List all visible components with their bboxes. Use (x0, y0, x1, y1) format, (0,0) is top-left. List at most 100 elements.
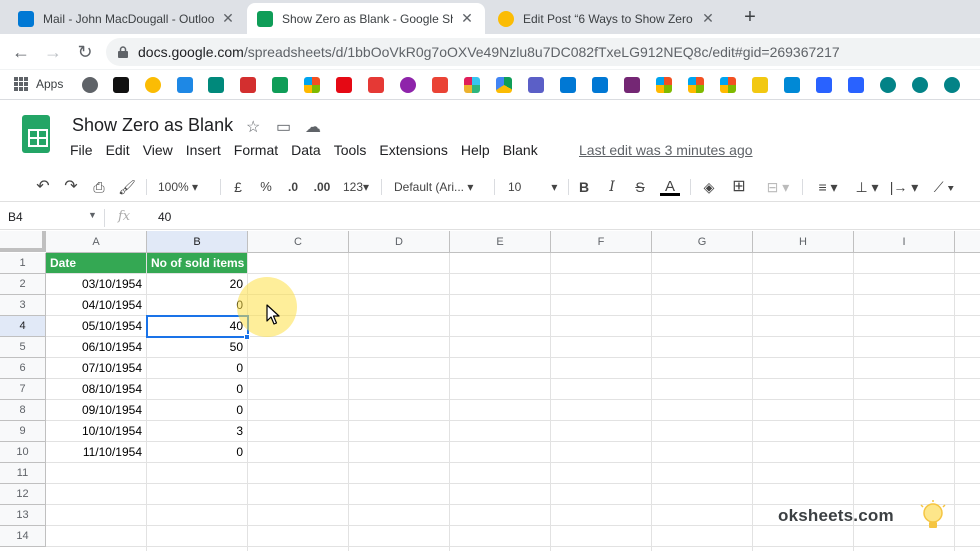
tab-edit-post[interactable]: Edit Post “6 Ways to Show Zero as Blank … (488, 3, 726, 34)
column-header-a[interactable]: A (46, 231, 147, 253)
row-header[interactable]: 12 (0, 484, 46, 505)
new-tab-button[interactable]: + (738, 6, 762, 30)
maple-leaf-icon[interactable] (240, 77, 256, 93)
formula-input[interactable]: 40 (158, 210, 171, 224)
cell-value[interactable]: 3 (147, 421, 248, 442)
row-header[interactable]: 8 (0, 400, 46, 421)
menu-tools[interactable]: Tools (334, 142, 367, 162)
menu-insert[interactable]: Insert (186, 142, 221, 162)
cell-date[interactable]: 05/10/1954 (46, 316, 147, 337)
row-header[interactable]: 2 (0, 274, 46, 295)
bookmark-icon[interactable] (82, 77, 98, 93)
increase-decimal-button[interactable]: .00 (311, 178, 333, 196)
cell-value[interactable]: 50 (147, 337, 248, 358)
close-tab-icon[interactable]: ✕ (220, 10, 236, 27)
chevron-down-icon[interactable]: ▼ (88, 210, 97, 220)
bold-button[interactable]: B (577, 178, 591, 196)
text-wrapping-icon[interactable]: |→ ▾ (888, 178, 920, 196)
bookmark-icon[interactable] (368, 77, 384, 93)
undo-icon[interactable]: ↶ (34, 178, 52, 196)
star-icon[interactable]: ☆ (246, 117, 260, 137)
row-header[interactable]: 10 (0, 442, 46, 463)
cell-empty[interactable] (147, 505, 248, 526)
sharepoint-icon[interactable] (944, 77, 960, 93)
column-header-j[interactable] (955, 231, 980, 253)
row-header[interactable]: 13 (0, 505, 46, 526)
gmail-icon[interactable] (432, 77, 448, 93)
power-bi-icon[interactable] (752, 77, 768, 93)
power-apps-icon[interactable] (624, 77, 640, 93)
borders-icon[interactable]: ⊞ (730, 178, 748, 196)
url-field[interactable]: docs.google.com/spreadsheets/d/1bbOoVkR0… (106, 38, 980, 66)
forward-button[interactable]: → (41, 41, 65, 63)
cell-empty[interactable] (147, 463, 248, 484)
menu-extensions[interactable]: Extensions (379, 142, 447, 162)
netflix-icon[interactable] (336, 77, 352, 93)
cell-value[interactable]: 0 (147, 400, 248, 421)
teams-icon[interactable] (528, 77, 544, 93)
microsoft-icon[interactable] (304, 77, 320, 93)
move-folder-icon[interactable]: ▭ (276, 117, 291, 137)
cell-empty[interactable] (46, 526, 147, 547)
row-header[interactable]: 9 (0, 421, 46, 442)
row-header[interactable]: 4 (0, 316, 46, 337)
tiktok-icon[interactable] (113, 77, 129, 93)
column-header-c[interactable]: C (248, 231, 349, 253)
cell-b1[interactable]: No of sold items (147, 253, 248, 274)
menu-edit[interactable]: Edit (106, 142, 130, 162)
menu-file[interactable]: File (70, 142, 93, 162)
lightbulb-icon[interactable] (145, 77, 161, 93)
menu-view[interactable]: View (143, 142, 173, 162)
strikethrough-button[interactable]: S (633, 178, 647, 196)
text-rotation-icon[interactable]: ⟋ ▾ (928, 178, 960, 196)
column-header-i[interactable]: I (854, 231, 955, 253)
microsoft-icon[interactable] (656, 77, 672, 93)
paint-format-icon[interactable]: 🖌 (118, 178, 136, 196)
tab-outlook-mail[interactable]: Mail - John MacDougall - Outlook ✕ (8, 3, 246, 34)
merge-cells-icon[interactable]: ⊟ ▾ (760, 178, 796, 196)
bookmark-icon[interactable] (208, 77, 224, 93)
row-header[interactable]: 7 (0, 379, 46, 400)
menu-data[interactable]: Data (291, 142, 321, 162)
column-header-d[interactable]: D (349, 231, 450, 253)
google-sheets-logo[interactable] (22, 115, 50, 153)
currency-format-button[interactable]: £ (230, 178, 246, 196)
cell-date[interactable]: 04/10/1954 (46, 295, 147, 316)
cell-date[interactable]: 09/10/1954 (46, 400, 147, 421)
back-button[interactable]: ← (9, 41, 33, 63)
font-size-select[interactable]: 10 ▾ (508, 178, 560, 196)
sharepoint-icon[interactable] (912, 77, 928, 93)
column-header-e[interactable]: E (450, 231, 551, 253)
google-sheets-icon[interactable] (272, 77, 288, 93)
row-header[interactable]: 6 (0, 358, 46, 379)
last-edit-link[interactable]: Last edit was 3 minutes ago (579, 142, 753, 158)
cell-empty[interactable] (46, 463, 147, 484)
print-icon[interactable]: ⎙ (90, 178, 108, 196)
cell-empty[interactable] (46, 505, 147, 526)
zoom-select[interactable]: 100% ▾ (158, 178, 212, 196)
cell-date[interactable]: 11/10/1954 (46, 442, 147, 463)
italic-button[interactable]: I (605, 178, 619, 196)
cell-empty[interactable] (46, 484, 147, 505)
row-header[interactable]: 3 (0, 295, 46, 316)
outlook-icon[interactable] (560, 77, 576, 93)
cell-empty[interactable] (147, 526, 248, 547)
cell-date[interactable]: 03/10/1954 (46, 274, 147, 295)
fill-color-icon[interactable]: ◈ (700, 178, 718, 196)
microsoft-icon[interactable] (688, 77, 704, 93)
column-header-f[interactable]: F (551, 231, 652, 253)
row-header[interactable]: 5 (0, 337, 46, 358)
google-drive-icon[interactable] (496, 77, 512, 93)
tab-google-sheets[interactable]: Show Zero as Blank - Google Sheets ✕ (247, 3, 485, 34)
name-box[interactable]: B4 (8, 210, 23, 224)
menu-help[interactable]: Help (461, 142, 490, 162)
close-tab-icon[interactable]: ✕ (459, 10, 475, 27)
column-header-h[interactable]: H (753, 231, 854, 253)
fill-handle[interactable] (244, 334, 250, 340)
row-header[interactable]: 1 (0, 253, 46, 274)
cell-date[interactable]: 08/10/1954 (46, 379, 147, 400)
percent-format-button[interactable]: % (258, 178, 274, 196)
microsoft-icon[interactable] (720, 77, 736, 93)
cell-value[interactable]: 0 (147, 442, 248, 463)
menu-blank[interactable]: Blank (503, 142, 538, 162)
